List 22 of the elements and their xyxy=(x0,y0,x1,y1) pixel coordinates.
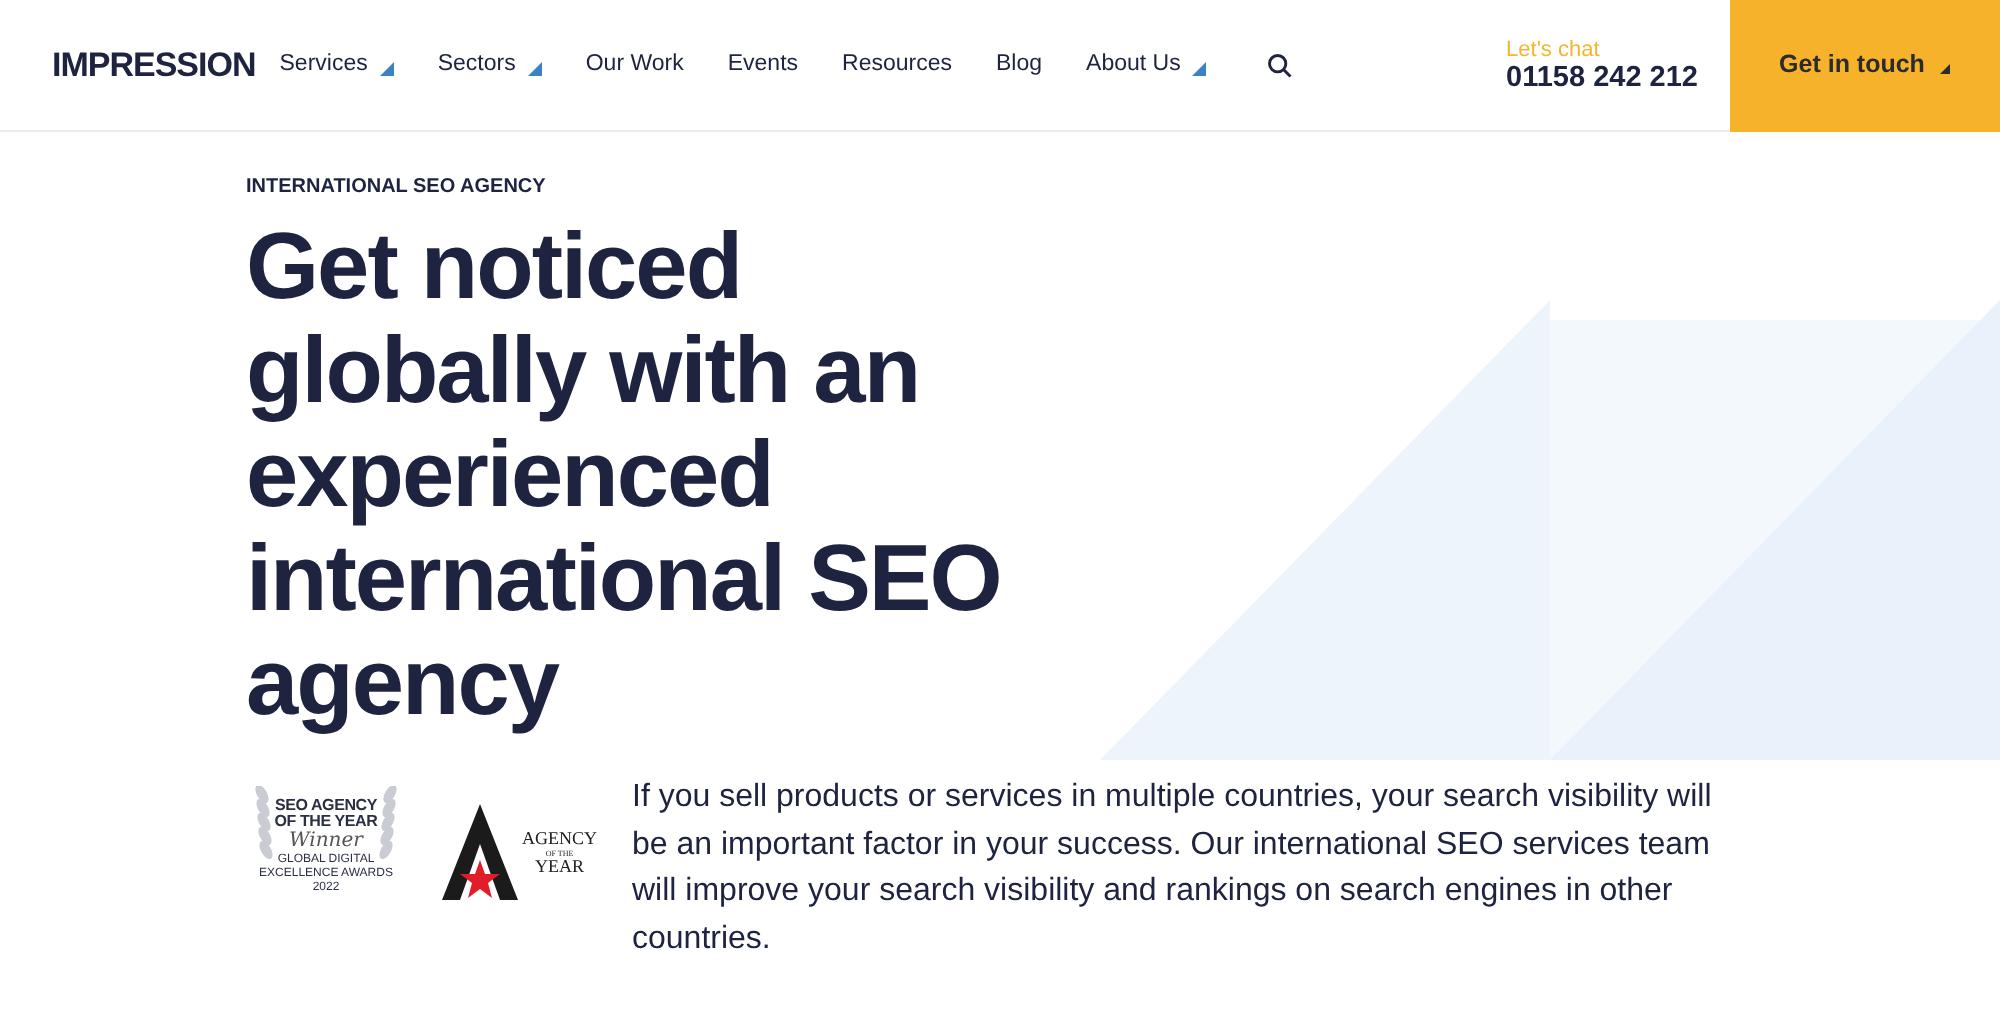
award-title: YEAR xyxy=(535,857,584,875)
nav-link[interactable]: Our Work xyxy=(585,47,684,83)
logo[interactable]: IMPRESSION xyxy=(52,45,256,85)
phone-link[interactable]: 01158 242 212 xyxy=(1506,61,1698,93)
contact-label: Let's chat xyxy=(1506,37,1602,61)
award-script: Winner xyxy=(289,830,363,853)
nav-link[interactable]: About Us xyxy=(1086,47,1207,83)
hero-heading: Get noticed globally with an experienced international SEO agency xyxy=(246,214,1003,734)
award-title: SEO AGENCY xyxy=(274,798,378,814)
contact-button[interactable]: Get in touch xyxy=(1730,0,2000,131)
star-logo-icon xyxy=(442,804,518,900)
nav-link[interactable]: Services xyxy=(279,47,394,83)
intro-paragraph: If you sell products or services in multiple countries, your search visibility will be an important factor in your success. Our international SEO services team will improve your search visibility and rankings on search engines in other countries. xyxy=(632,778,1714,959)
caret-icon xyxy=(1940,64,1951,74)
eyebrow-text: INTERNATIONAL SEO AGENCY xyxy=(246,174,548,202)
nav-link[interactable]: Blog xyxy=(996,47,1043,83)
search-icon[interactable] xyxy=(1266,51,1295,79)
nav-link[interactable]: Resources xyxy=(842,47,952,83)
nav-link[interactable]: Sectors xyxy=(437,47,542,83)
award-title: OF THE YEAR xyxy=(274,814,378,830)
award-title: AGENCY xyxy=(522,829,597,847)
nav-link[interactable]: Events xyxy=(727,47,799,83)
